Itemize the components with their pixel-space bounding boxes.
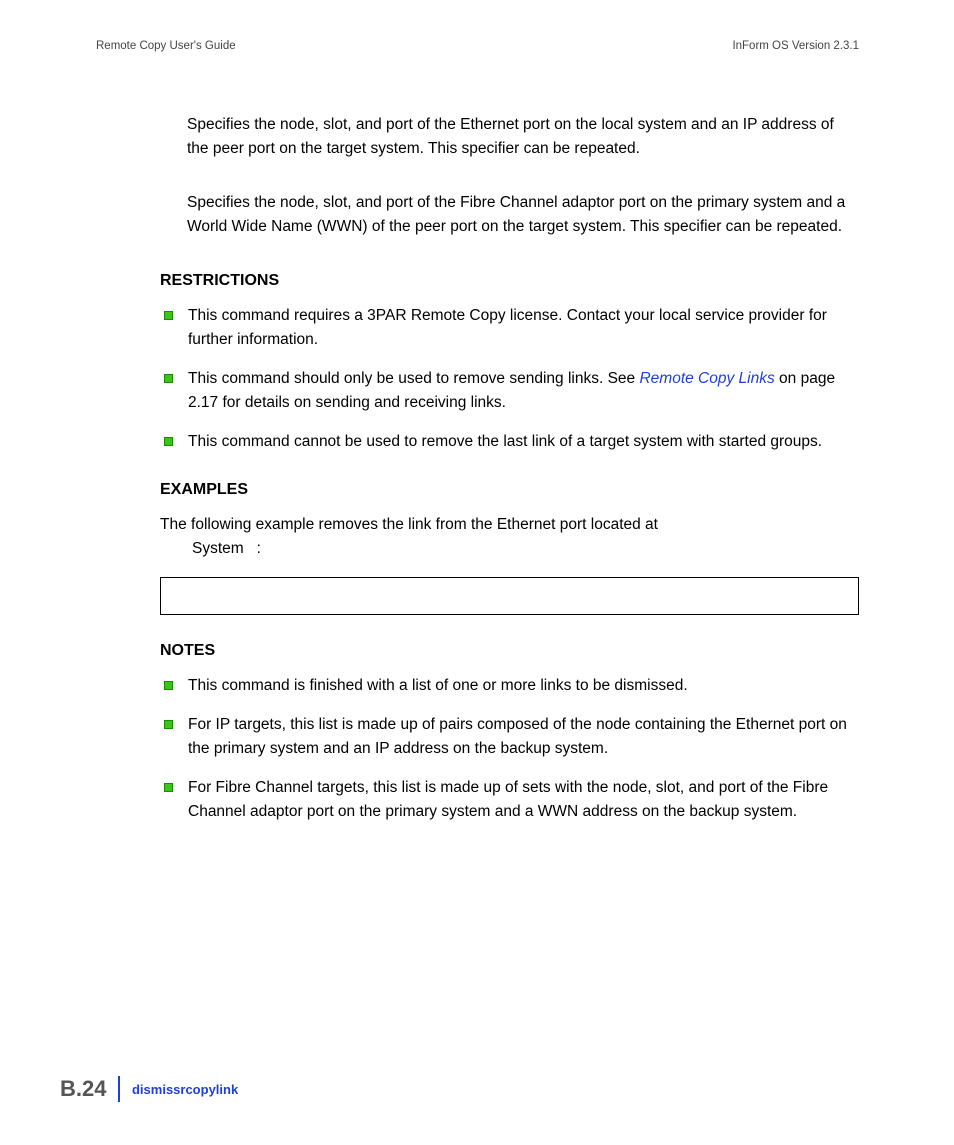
restriction-text-before: This command should only be used to remo… (188, 370, 639, 387)
paragraph-spec-1: Specifies the node, slot, and port of th… (187, 113, 859, 161)
notes-list: This command is finished with a list of … (160, 674, 859, 824)
note-text: For Fibre Channel targets, this list is … (188, 779, 828, 820)
page-content: Specifies the node, slot, and port of th… (160, 113, 859, 842)
list-item: This command is finished with a list of … (160, 674, 859, 698)
heading-restrictions: RESTRICTIONS (160, 269, 859, 294)
list-item: For Fibre Channel targets, this list is … (160, 776, 859, 824)
heading-examples: EXAMPLES (160, 478, 859, 503)
list-item: This command requires a 3PAR Remote Copy… (160, 304, 859, 352)
restriction-text: This command cannot be used to remove th… (188, 433, 822, 450)
examples-paragraph: The following example removes the link f… (160, 513, 859, 561)
note-text: For IP targets, this list is made up of … (188, 716, 847, 757)
restrictions-list: This command requires a 3PAR Remote Copy… (160, 304, 859, 454)
heading-notes: NOTES (160, 639, 859, 664)
example-line1: The following example removes the link f… (160, 516, 658, 533)
paragraph-spec-2: Specifies the node, slot, and port of th… (187, 191, 859, 239)
page-header: Remote Copy User's Guide InForm OS Versi… (96, 40, 859, 52)
list-item: This command cannot be used to remove th… (160, 430, 859, 454)
example-line2: System : (192, 540, 261, 557)
note-text: This command is finished with a list of … (188, 677, 688, 694)
list-item: For IP targets, this list is made up of … (160, 713, 859, 761)
footer-divider (118, 1076, 120, 1102)
page-number: B.24 (60, 1076, 118, 1102)
page-footer: B.24 dismissrcopylink (60, 1076, 238, 1102)
footer-topic-link[interactable]: dismissrcopylink (132, 1082, 238, 1097)
header-left: Remote Copy User's Guide (96, 40, 236, 52)
code-example-box (160, 577, 859, 615)
example-colon: : (257, 540, 261, 557)
header-right: InForm OS Version 2.3.1 (732, 40, 859, 52)
list-item: This command should only be used to remo… (160, 367, 859, 415)
example-system-label: System (192, 540, 244, 557)
remote-copy-links-link[interactable]: Remote Copy Links (639, 370, 774, 387)
restriction-text: This command requires a 3PAR Remote Copy… (188, 307, 827, 348)
